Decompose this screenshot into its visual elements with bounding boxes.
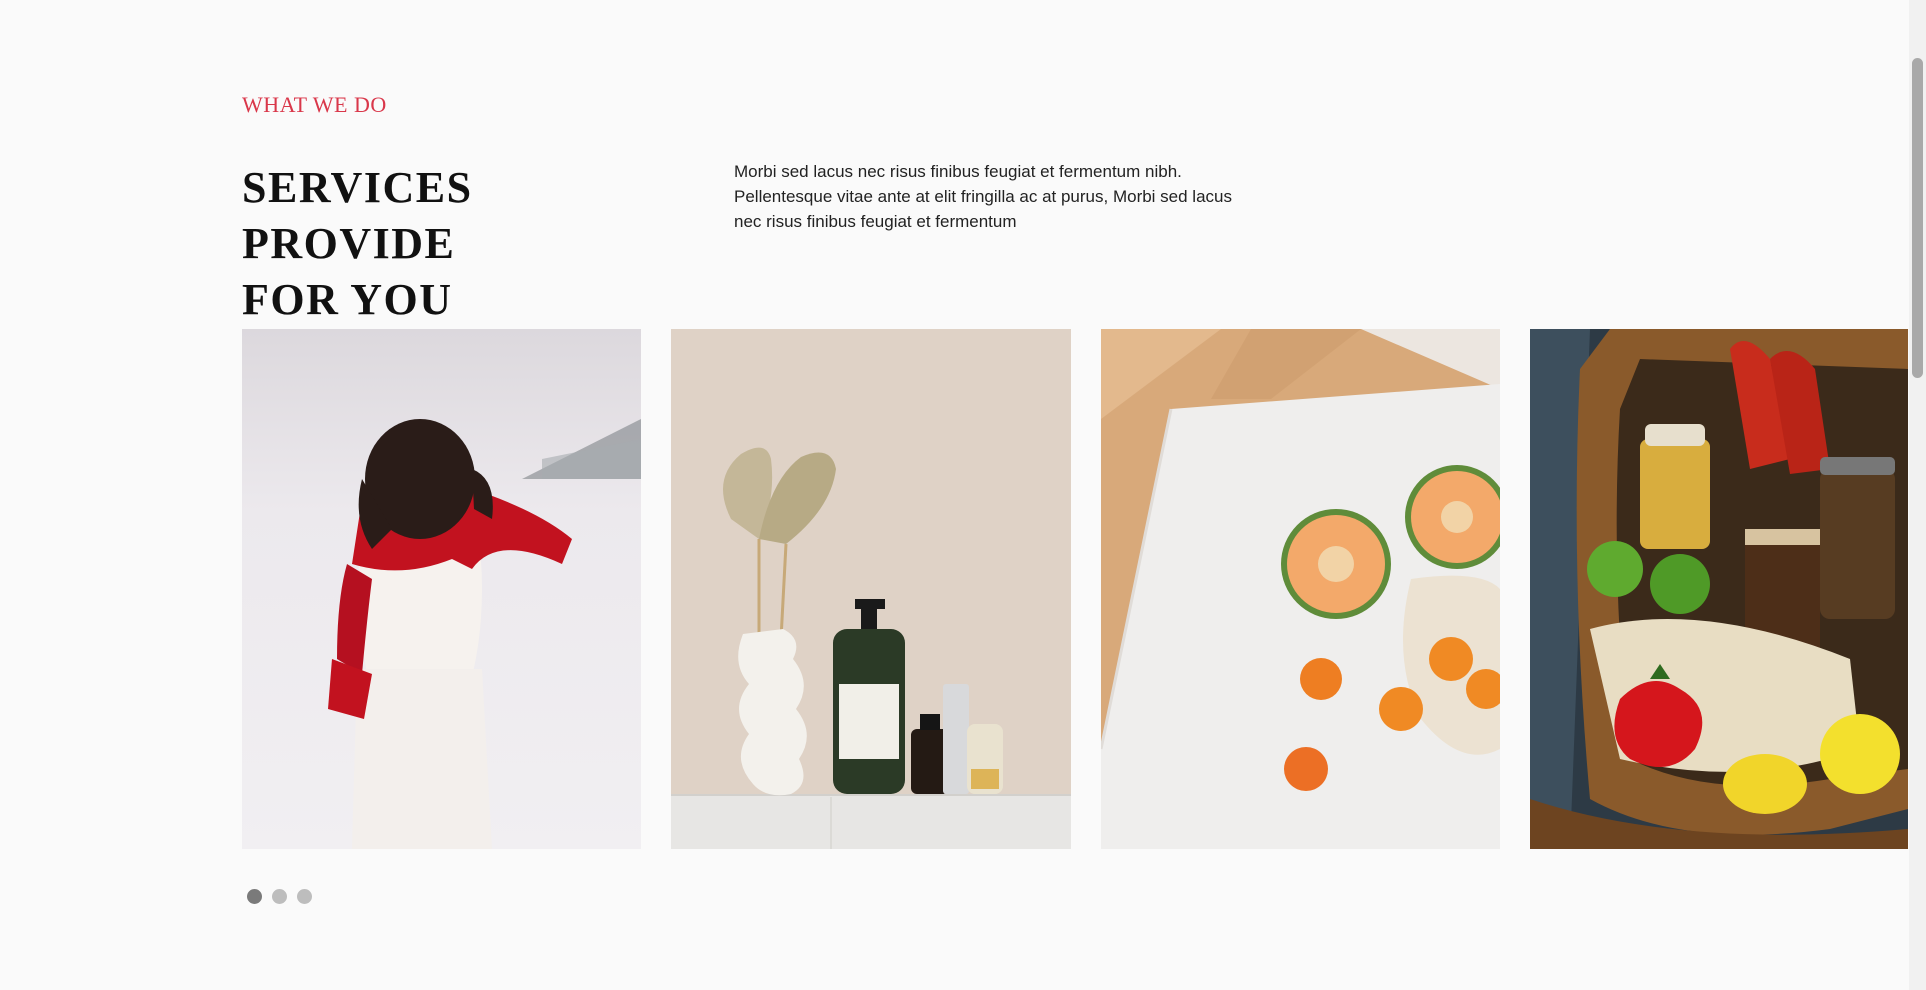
vase-skincare-products-photo[interactable]	[671, 329, 1071, 849]
melon-apricots-marble-photo[interactable]	[1101, 329, 1500, 849]
description-line: nec risus finibus feugiat et fermentum	[734, 212, 1017, 231]
scrollbar-thumb[interactable]	[1912, 58, 1923, 378]
description-line: Pellentesque vitae ante at elit fringill…	[734, 187, 1232, 206]
page-scrollbar[interactable]	[1909, 0, 1926, 990]
section-title-line: SERVICES PROVIDE	[242, 163, 473, 268]
section-title: SERVICES PROVIDE FOR YOU	[242, 160, 682, 328]
section-description: Morbi sed lacus nec risus finibus feugia…	[734, 159, 1274, 234]
carousel-pagination	[247, 889, 312, 904]
section-title-line: FOR YOU	[242, 275, 453, 324]
description-line: Morbi sed lacus nec risus finibus feugia…	[734, 162, 1182, 181]
carousel-dot-3[interactable]	[297, 889, 312, 904]
woman-red-scarf-snow-photo[interactable]	[242, 329, 641, 849]
section-eyebrow: WHAT WE DO	[242, 92, 387, 117]
wicker-basket-groceries-photo[interactable]	[1530, 329, 1908, 849]
carousel-dot-1[interactable]	[247, 889, 262, 904]
carousel-dot-2[interactable]	[272, 889, 287, 904]
